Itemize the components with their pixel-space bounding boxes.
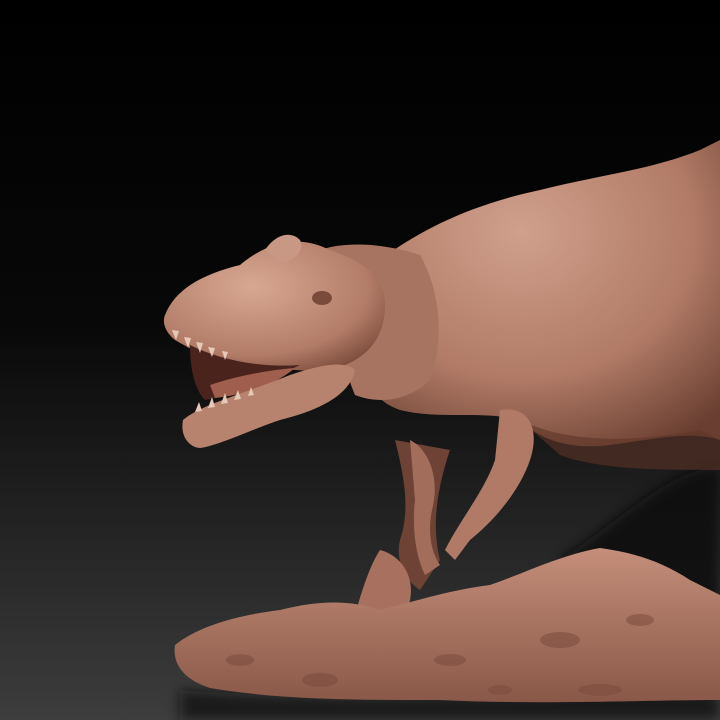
eye bbox=[312, 291, 332, 305]
t-rex-sculpture-render bbox=[0, 0, 720, 720]
render-scene bbox=[0, 0, 720, 720]
